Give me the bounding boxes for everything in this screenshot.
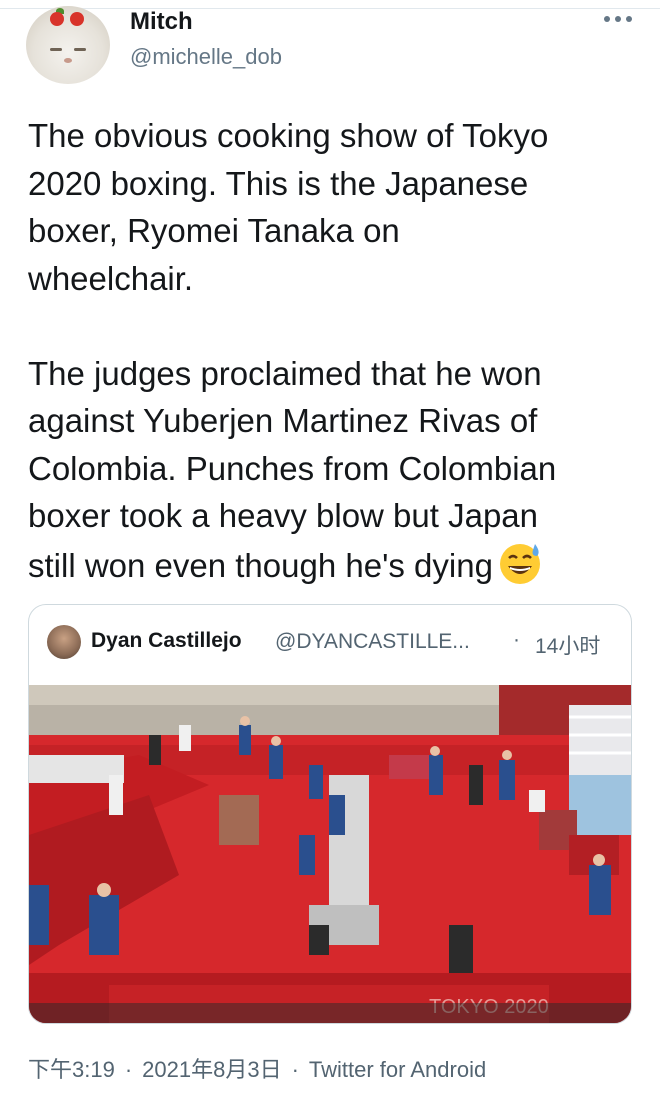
tweet-header: Mitch @michelle_dob xyxy=(0,0,660,100)
quoted-tweet-video[interactable]: TOKYO 2020 xyxy=(29,685,631,1023)
footer-separator: · xyxy=(124,1057,133,1082)
avatar-nose xyxy=(64,58,72,63)
avatar[interactable] xyxy=(26,6,110,84)
tweet-time[interactable]: 下午3:19 xyxy=(28,1052,115,1084)
quoted-tweet-handle: @DYANCASTILLE... xyxy=(275,630,470,653)
quoted-tweet-time: 14小时 xyxy=(535,635,601,658)
display-name[interactable]: Mitch xyxy=(130,8,193,36)
quoted-tweet-card[interactable]: Dyan Castillejo @DYANCASTILLE... · 14小时 xyxy=(28,604,632,1024)
quoted-tweet-avatar xyxy=(47,625,81,659)
tweet-source[interactable]: Twitter for Android xyxy=(309,1057,486,1083)
avatar-berry xyxy=(50,12,64,26)
quoted-tweet-display-name: Dyan Castillejo xyxy=(91,629,242,652)
tweet-text: The obvious cooking show of Tokyo 2020 b… xyxy=(28,112,638,589)
tweet-paragraph-2: The judges proclaimed that he won agains… xyxy=(28,354,557,584)
quoted-tweet-separator: · xyxy=(513,628,520,651)
avatar-eye xyxy=(74,48,86,51)
tweet-paragraph-1: The obvious cooking show of Tokyo 2020 b… xyxy=(28,117,549,297)
avatar-eye xyxy=(50,48,62,51)
more-horizontal-icon[interactable] xyxy=(603,12,633,26)
tweet-date[interactable]: 2021年8月3日 xyxy=(142,1052,281,1084)
quoted-tweet-header: Dyan Castillejo @DYANCASTILLE... · 14小时 xyxy=(29,605,631,681)
grinning-face-with-sweat-icon xyxy=(499,543,540,584)
footer-separator: · xyxy=(291,1057,299,1082)
tweet-footer: 下午3:19 · 2021年8月3日 · Twitter for Android xyxy=(28,1052,486,1084)
avatar-berry xyxy=(70,12,84,26)
user-handle[interactable]: @michelle_dob xyxy=(130,44,282,70)
